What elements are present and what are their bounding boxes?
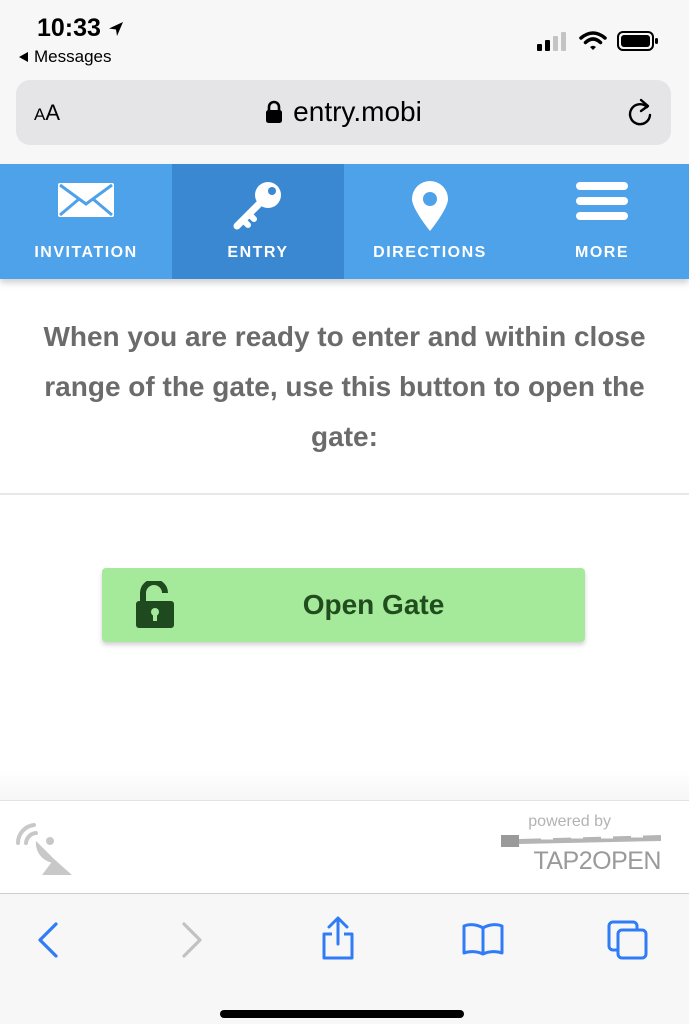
main-nav: INVITATION ENTRY DIRECTIONS MORE	[0, 164, 689, 279]
nav-directions[interactable]: DIRECTIONS	[344, 164, 516, 279]
lock-icon	[266, 100, 283, 123]
home-indicator[interactable]	[220, 1010, 464, 1018]
status-time: 10:33	[37, 14, 125, 43]
satellite-dish-icon	[15, 823, 72, 875]
nav-entry-label: ENTRY	[227, 244, 289, 261]
battery-icon	[617, 31, 658, 51]
tabs-icon[interactable]	[607, 920, 649, 960]
back-triangle-icon	[19, 52, 28, 62]
entry-instructions: When you are ready to enter and within c…	[43, 321, 646, 452]
status-bar: 10:33 Messages	[0, 0, 689, 70]
nav-more-label: MORE	[575, 244, 629, 261]
open-gate-button[interactable]: Open Gate	[102, 568, 585, 642]
back-chevron-icon[interactable]	[36, 920, 60, 960]
back-label: Messages	[34, 47, 112, 66]
browser-address-area: AA entry.mobi	[0, 70, 689, 164]
bookmarks-icon[interactable]	[462, 922, 504, 956]
nav-directions-label: DIRECTIONS	[373, 244, 487, 261]
app-footer: powered by TAP2OPEN	[0, 800, 689, 893]
back-to-messages[interactable]: Messages	[18, 47, 111, 67]
footer-shadow	[0, 770, 689, 800]
browser-toolbar	[0, 893, 689, 1024]
nav-more[interactable]: MORE	[516, 164, 688, 279]
envelope-icon	[58, 183, 114, 217]
share-icon[interactable]	[319, 916, 357, 960]
signal-icon	[537, 32, 566, 51]
forward-chevron-icon[interactable]	[180, 920, 204, 960]
nav-invitation-label: INVITATION	[34, 244, 138, 261]
wifi-icon	[579, 31, 607, 50]
open-gate-label: Open Gate	[302, 589, 445, 620]
map-pin-icon	[412, 181, 448, 231]
location-arrow-icon	[108, 21, 123, 36]
url-text: entry.mobi	[293, 96, 422, 127]
address-bar[interactable]: AA entry.mobi	[16, 80, 671, 145]
key-icon	[233, 182, 281, 230]
time-text: 10:33	[37, 14, 101, 42]
status-icons	[537, 30, 659, 52]
url-display[interactable]: entry.mobi	[16, 96, 671, 128]
tap2open-brand: TAP2OPEN	[533, 847, 661, 875]
powered-by-text: powered by	[528, 813, 611, 830]
reload-icon[interactable]	[625, 97, 655, 129]
hamburger-menu-icon	[576, 182, 628, 220]
nav-entry[interactable]: ENTRY	[172, 164, 344, 279]
nav-invitation[interactable]: INVITATION	[0, 164, 172, 279]
content-divider	[0, 493, 689, 495]
